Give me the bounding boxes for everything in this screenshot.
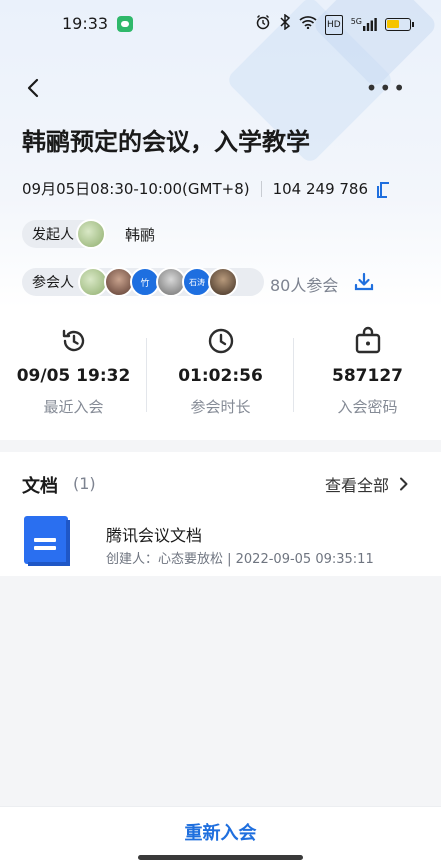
meeting-id: 104 249 786 — [272, 179, 369, 198]
host-chip: 发起人 — [22, 219, 106, 249]
stat-duration: 01:02:56 参会时长 — [147, 322, 294, 422]
hd-icon: HD — [325, 14, 343, 35]
host-label: 发起人 — [32, 227, 74, 243]
documents-count: (1) — [73, 474, 96, 493]
clock-icon — [206, 326, 236, 356]
document-icon[interactable] — [22, 514, 74, 566]
back-arrow-icon[interactable] — [22, 76, 46, 100]
avatar — [76, 219, 106, 249]
stat-last-join: 09/05 19:32 最近入会 — [0, 322, 147, 422]
document-name[interactable]: 腾讯会议文档 — [106, 522, 202, 546]
rejoin-button[interactable]: 重新入会 — [0, 819, 441, 845]
lock-box-icon — [353, 326, 383, 356]
meeting-stats: 09/05 19:32 最近入会 01:02:56 参会时长 587127 入会… — [0, 322, 441, 422]
alarm-icon — [255, 14, 271, 35]
bluetooth-icon — [279, 13, 291, 35]
meeting-title: 韩鹂预定的会议，入学教学 — [22, 128, 310, 156]
document-meta: 创建人：心态要放松 | 2022-09-05 09:35:11 — [106, 552, 374, 567]
view-all-button[interactable]: 查看全部 — [325, 472, 411, 496]
home-indicator[interactable] — [138, 855, 303, 860]
participant-avatars: 竹 石涛 — [76, 267, 238, 297]
stat-password[interactable]: 587127 入会密码 — [294, 322, 441, 422]
meeting-time: 09月05日08:30-10:00(GMT+8) — [22, 180, 250, 198]
divider — [260, 180, 262, 197]
view-all-label: 查看全部 — [324, 476, 389, 495]
participants-label: 参会人 — [32, 275, 74, 291]
status-time: 19:33 — [62, 14, 109, 33]
documents-section: 文档 (1) 查看全部 腾讯会议文档 创建人：心态要放松 | 2022-09-0… — [0, 452, 441, 576]
stat-value: 09/05 19:32 — [16, 366, 131, 386]
stat-label: 最近入会 — [43, 398, 104, 416]
battery-icon — [385, 18, 414, 31]
stat-label: 参会时长 — [190, 398, 251, 416]
message-app-icon — [117, 16, 133, 32]
more-icon[interactable]: ••• — [366, 76, 407, 100]
signal-label: 5G — [350, 17, 362, 26]
participants-chip[interactable]: 参会人 竹 石涛 — [22, 267, 264, 297]
nav-bar: ••• — [0, 68, 441, 108]
meeting-meta: 09月05日08:30-10:00(GMT+8) 104 249 786 — [22, 178, 392, 199]
status-bar: 19:33 HD 5G — [0, 0, 441, 50]
wifi-icon — [299, 15, 317, 34]
stat-value: 587127 — [332, 366, 403, 386]
stat-label: 入会密码 — [337, 398, 398, 416]
history-icon — [59, 326, 89, 356]
chevron-right-icon — [400, 477, 408, 491]
signal-icon: 5G — [351, 18, 377, 31]
documents-title: 文档 — [22, 476, 58, 497]
copy-icon[interactable] — [374, 180, 392, 198]
avatar — [208, 267, 238, 297]
system-icons: HD 5G — [255, 13, 414, 35]
participants-count[interactable]: 80人参会 — [270, 272, 338, 296]
bottom-bar: 重新入会 — [0, 806, 441, 862]
host-name: 韩鹂 — [125, 226, 156, 244]
stat-value: 01:02:56 — [178, 366, 263, 386]
download-icon[interactable] — [354, 272, 374, 292]
